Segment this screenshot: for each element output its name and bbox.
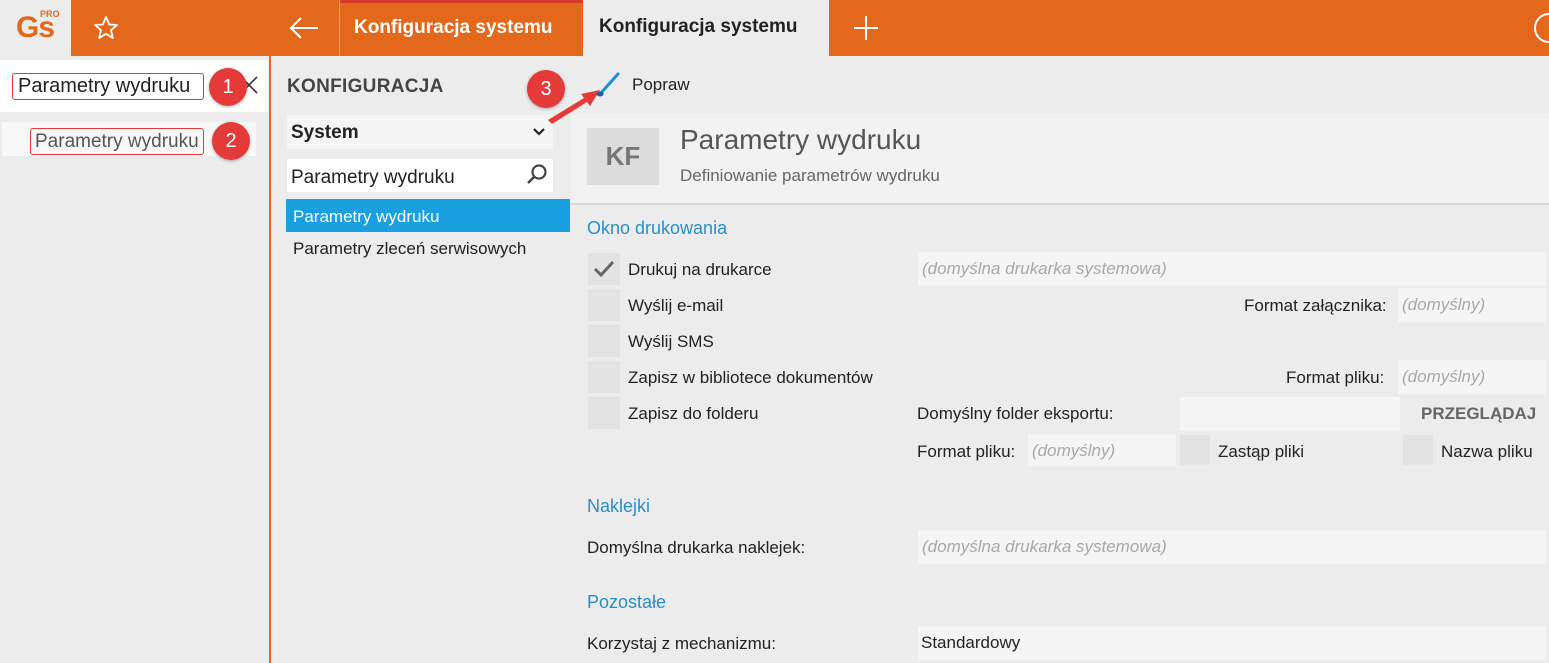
folder-label: Zapisz do folderu [628,404,759,423]
popraw-button[interactable]: Popraw [632,75,690,95]
mechanism-label: Korzystaj z mechanizmu: [587,634,776,653]
folder-format-placeholder: (domyślny) [1032,441,1116,460]
page-title: Parametry wydruku [680,124,922,155]
panel-divider [269,56,271,663]
email-checkbox[interactable] [588,289,620,321]
filename-checkbox[interactable] [1403,435,1433,465]
nav-item-label: Parametry wydruku [293,207,440,226]
filename-label: Nazwa pliku [1441,442,1533,461]
print-label: Drukuj na drukarce [628,260,772,279]
section-pozostale: Pozostałe [587,592,667,612]
library-checkbox[interactable] [588,361,620,393]
folder-format-label: Format pliku: [917,442,1016,461]
replace-files-label: Zastąp pliki [1218,442,1304,461]
sms-label: Wyślij SMS [628,332,714,351]
mechanism-value: Standardowy [921,633,1021,652]
label-printer-label: Domyślna drukarka naklejek: [587,538,806,557]
mechanism-field[interactable]: Standardowy [918,626,1546,660]
email-label: Wyślij e-mail [628,296,724,315]
star-icon[interactable] [92,14,120,42]
browse-button[interactable]: PRZEGLĄDAJ [1421,404,1536,424]
section-okno-drukowania: Okno drukowania [587,218,728,238]
annotation-badge-1: 1 [209,68,247,106]
tab-label: Konfiguracja systemu [599,16,798,37]
select-value: System [291,122,359,143]
module-select[interactable]: System [287,115,553,149]
nav-item-parametry-wydruku[interactable]: Parametry wydruku [286,199,570,232]
back-arrow-icon[interactable] [288,14,320,42]
annotation-highlight-1 [12,73,204,100]
export-folder-field[interactable] [1180,397,1400,431]
annotation-highlight-2 [30,128,204,155]
app-logo[interactable]: Gs PRO [0,0,71,56]
config-search-value: Parametry wydruku [291,167,455,188]
tab-konfiguracja-2-active[interactable]: Konfiguracja systemu [583,0,829,56]
tab-label: Konfiguracja systemu [354,17,553,38]
folder-checkbox[interactable] [588,397,620,429]
plus-icon[interactable] [852,14,880,42]
logo-sup: PRO [40,9,60,19]
chevron-down-icon [533,128,545,136]
config-search-input[interactable]: Parametry wydruku [287,159,553,192]
sms-checkbox[interactable] [588,325,620,357]
page-subtitle: Definiowanie parametrów wydruku [680,166,940,185]
folder-format-field[interactable]: (domyślny) [1028,434,1176,466]
label-printer-field[interactable]: (domyślna drukarka systemowa) [918,530,1546,564]
file-format-field[interactable]: (domyślny) [1398,360,1546,394]
check-icon [593,260,615,278]
annotation-badge-2: 2 [212,122,250,160]
file-format-label: Format pliku: [1286,368,1385,387]
print-checkbox[interactable] [588,253,620,285]
attachment-format-placeholder: (domyślny) [1402,295,1486,314]
printer-field[interactable]: (domyślna drukarka systemowa) [918,252,1546,286]
nav-item-parametry-zlecen[interactable]: Parametry zleceń serwisowych [293,239,526,259]
export-folder-label: Domyślny folder eksportu: [917,404,1114,423]
page-icon: KF [587,128,659,185]
attachment-format-field[interactable]: (domyślny) [1398,288,1546,322]
section-naklejki: Naklejki [587,496,651,516]
printer-placeholder: (domyślna drukarka systemowa) [922,259,1167,278]
config-title: KONFIGURACJA [287,76,444,97]
label-printer-placeholder: (domyślna drukarka systemowa) [922,537,1167,556]
attachment-format-label: Format załącznika: [1244,296,1387,315]
file-format-placeholder: (domyślny) [1402,367,1486,386]
search-icon[interactable] [524,162,550,188]
tab-konfiguracja-1[interactable]: Konfiguracja systemu [340,0,583,56]
replace-files-checkbox[interactable] [1180,435,1210,465]
brush-icon[interactable] [595,71,621,99]
library-label: Zapisz w bibliotece dokumentów [628,368,873,387]
